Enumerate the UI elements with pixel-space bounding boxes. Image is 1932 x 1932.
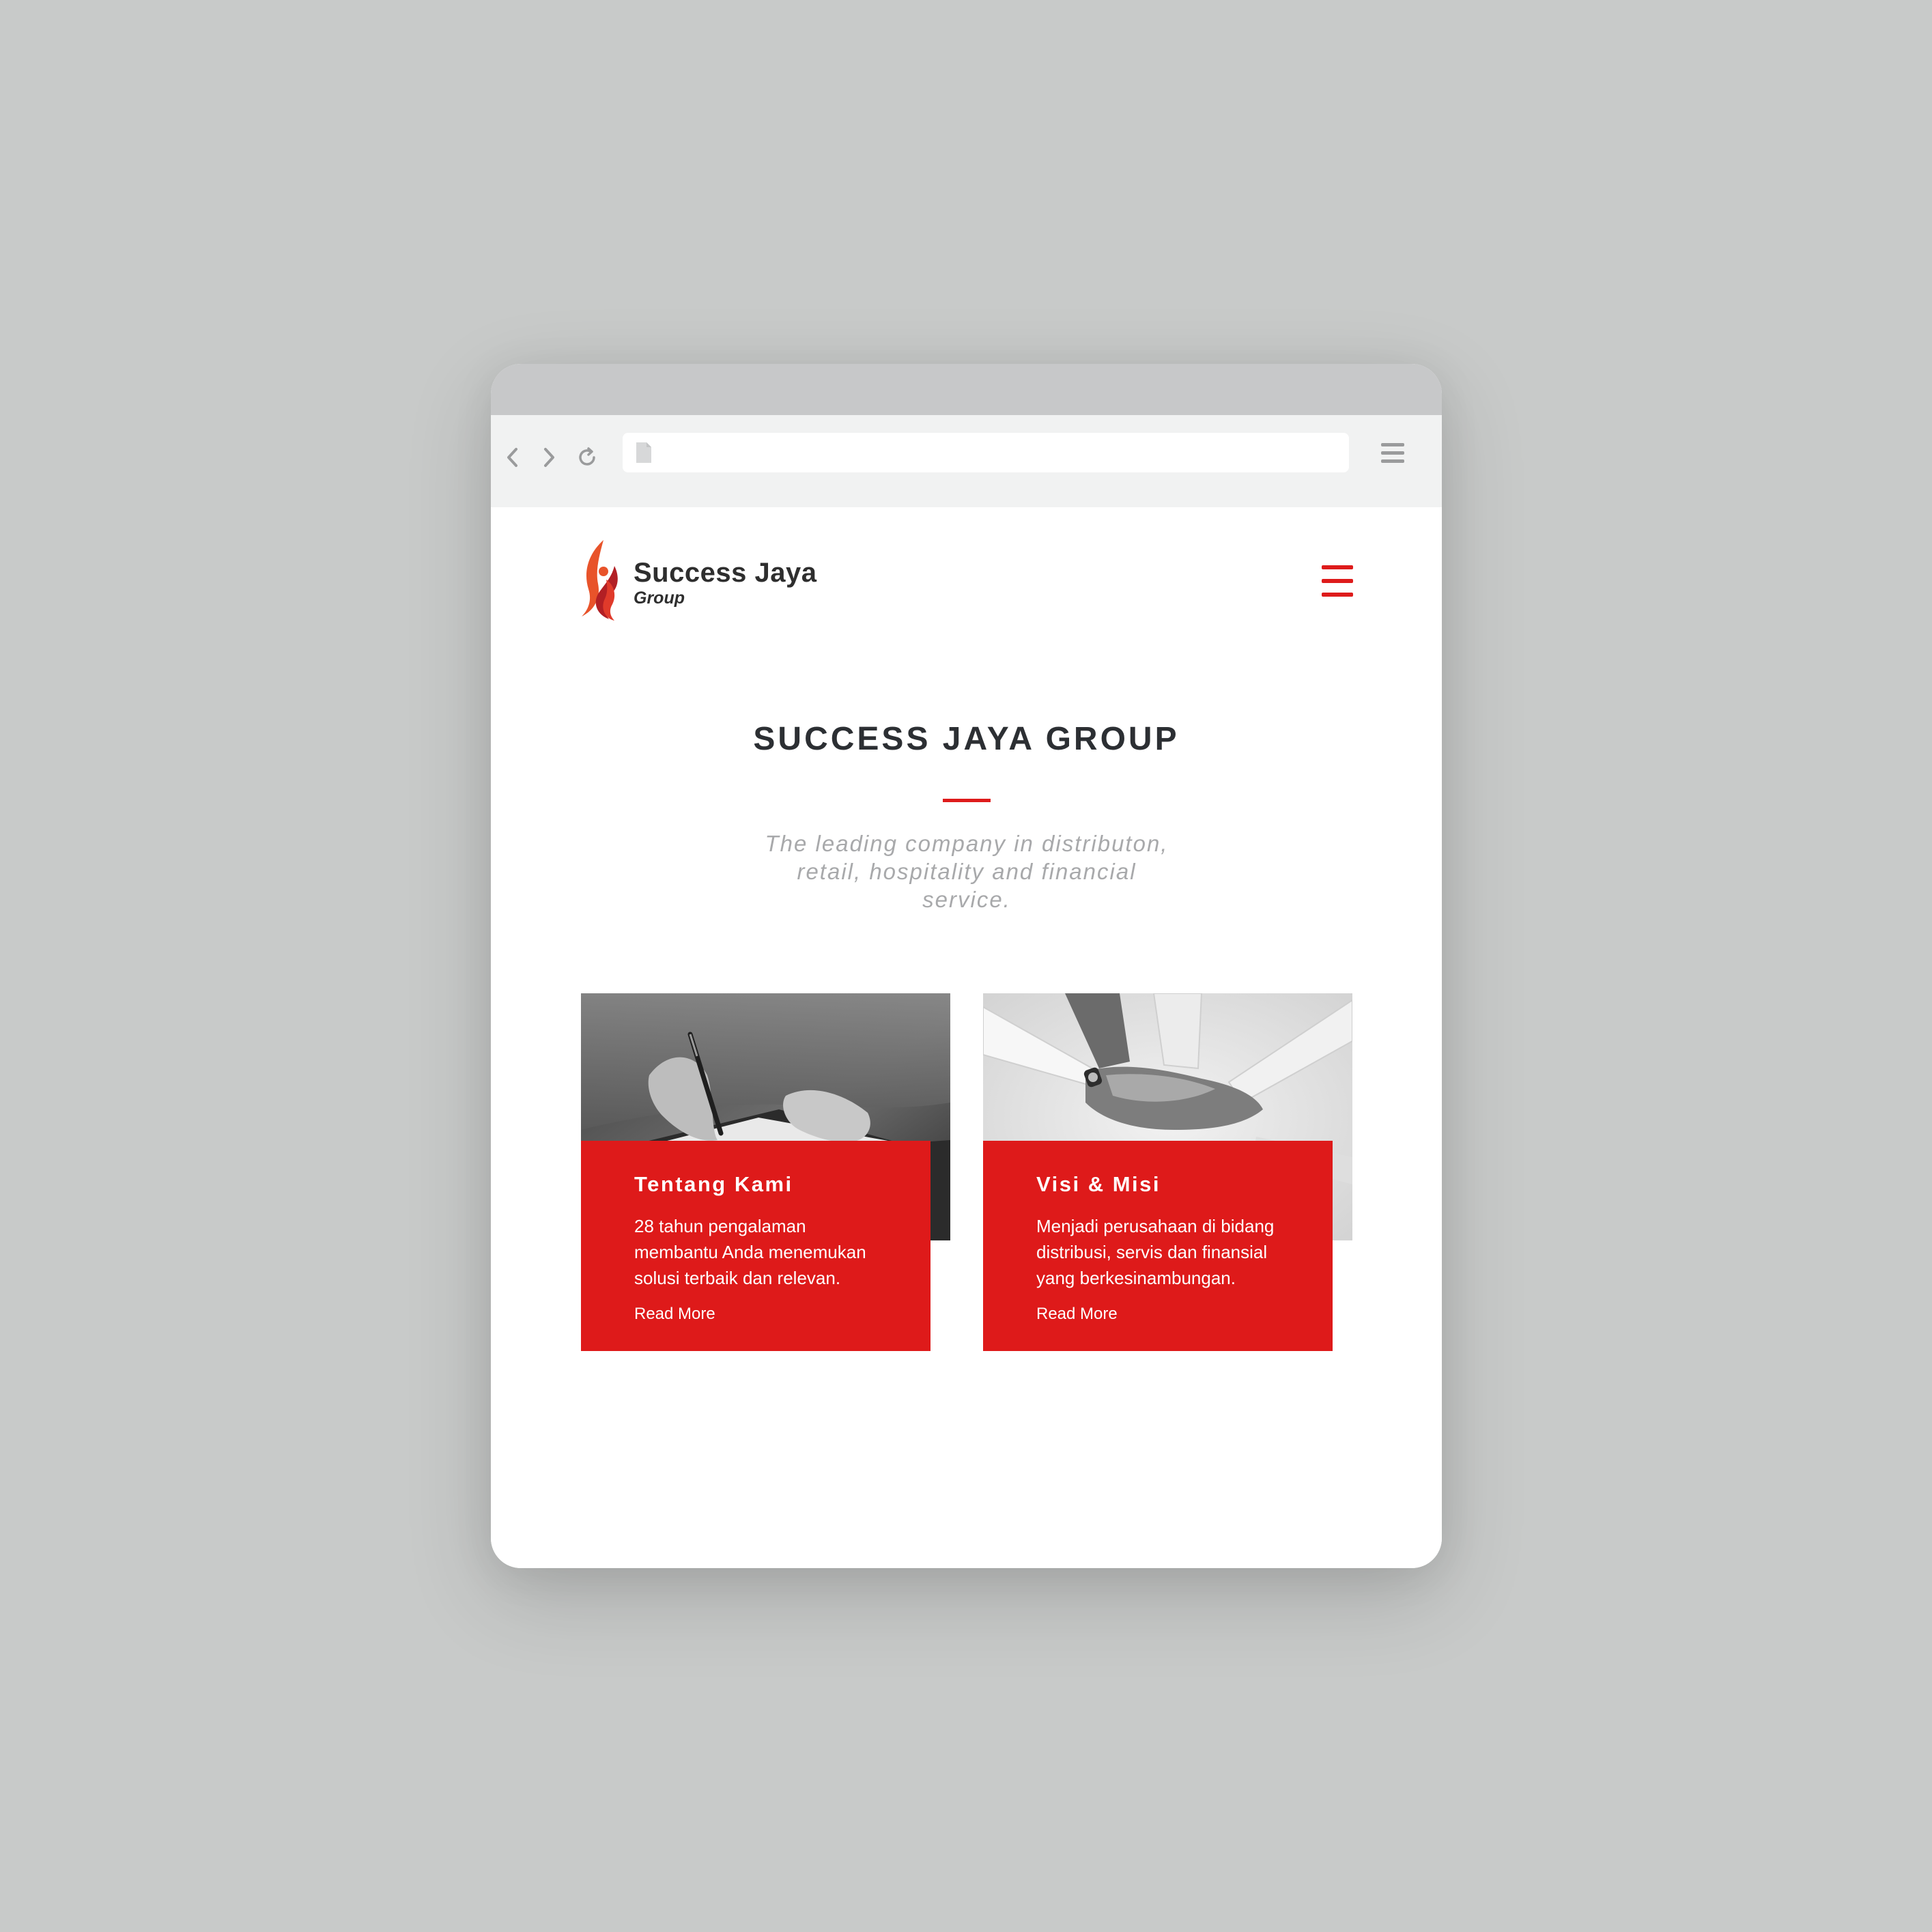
page-title: SUCCESS JAYA GROUP [753,721,1180,757]
browser-window: Success Jaya Group SUCCESS JAYA GROUP Th… [491,364,1442,1568]
card-title: Tentang Kami [634,1172,793,1196]
read-more-link[interactable]: Read More [1036,1305,1118,1324]
reload-icon [579,447,595,466]
page-content: Success Jaya Group SUCCESS JAYA GROUP Th… [491,507,1442,1568]
forward-button[interactable] [534,442,564,472]
card-description: Menjadi perusahaan di bidang distribusi,… [1036,1216,1275,1288]
site-menu-button[interactable] [1322,565,1356,598]
card-description: 28 tahun pengalaman membantu Anda menemu… [634,1216,866,1288]
reload-button[interactable] [572,442,602,472]
card-title: Visi & Misi [1036,1172,1161,1196]
address-bar[interactable] [623,433,1349,472]
read-more-link[interactable]: Read More [634,1305,715,1324]
hamburger-icon [1381,443,1404,446]
browser-menu-button[interactable] [1378,440,1408,467]
browser-titlebar [491,364,1442,415]
flame-logo-icon [582,540,618,621]
card-panel: Tentang Kami 28 tahun pengalaman membant… [581,1141,931,1351]
site-logo[interactable]: Success Jaya Group [579,539,816,623]
card-panel: Visi & Misi Menjadi perusahaan di bidang… [983,1141,1333,1351]
hamburger-icon [1322,565,1353,569]
logo-name: Success Jaya [634,558,817,588]
page-icon [636,442,651,463]
tagline: The leading company in distributon, reta… [765,831,1169,912]
chevron-left-icon [507,448,517,467]
logo-subtitle: Group [634,588,685,608]
browser-toolbar [491,415,1442,507]
title-divider [943,799,991,802]
chevron-right-icon [544,448,554,467]
back-button[interactable] [498,442,528,472]
